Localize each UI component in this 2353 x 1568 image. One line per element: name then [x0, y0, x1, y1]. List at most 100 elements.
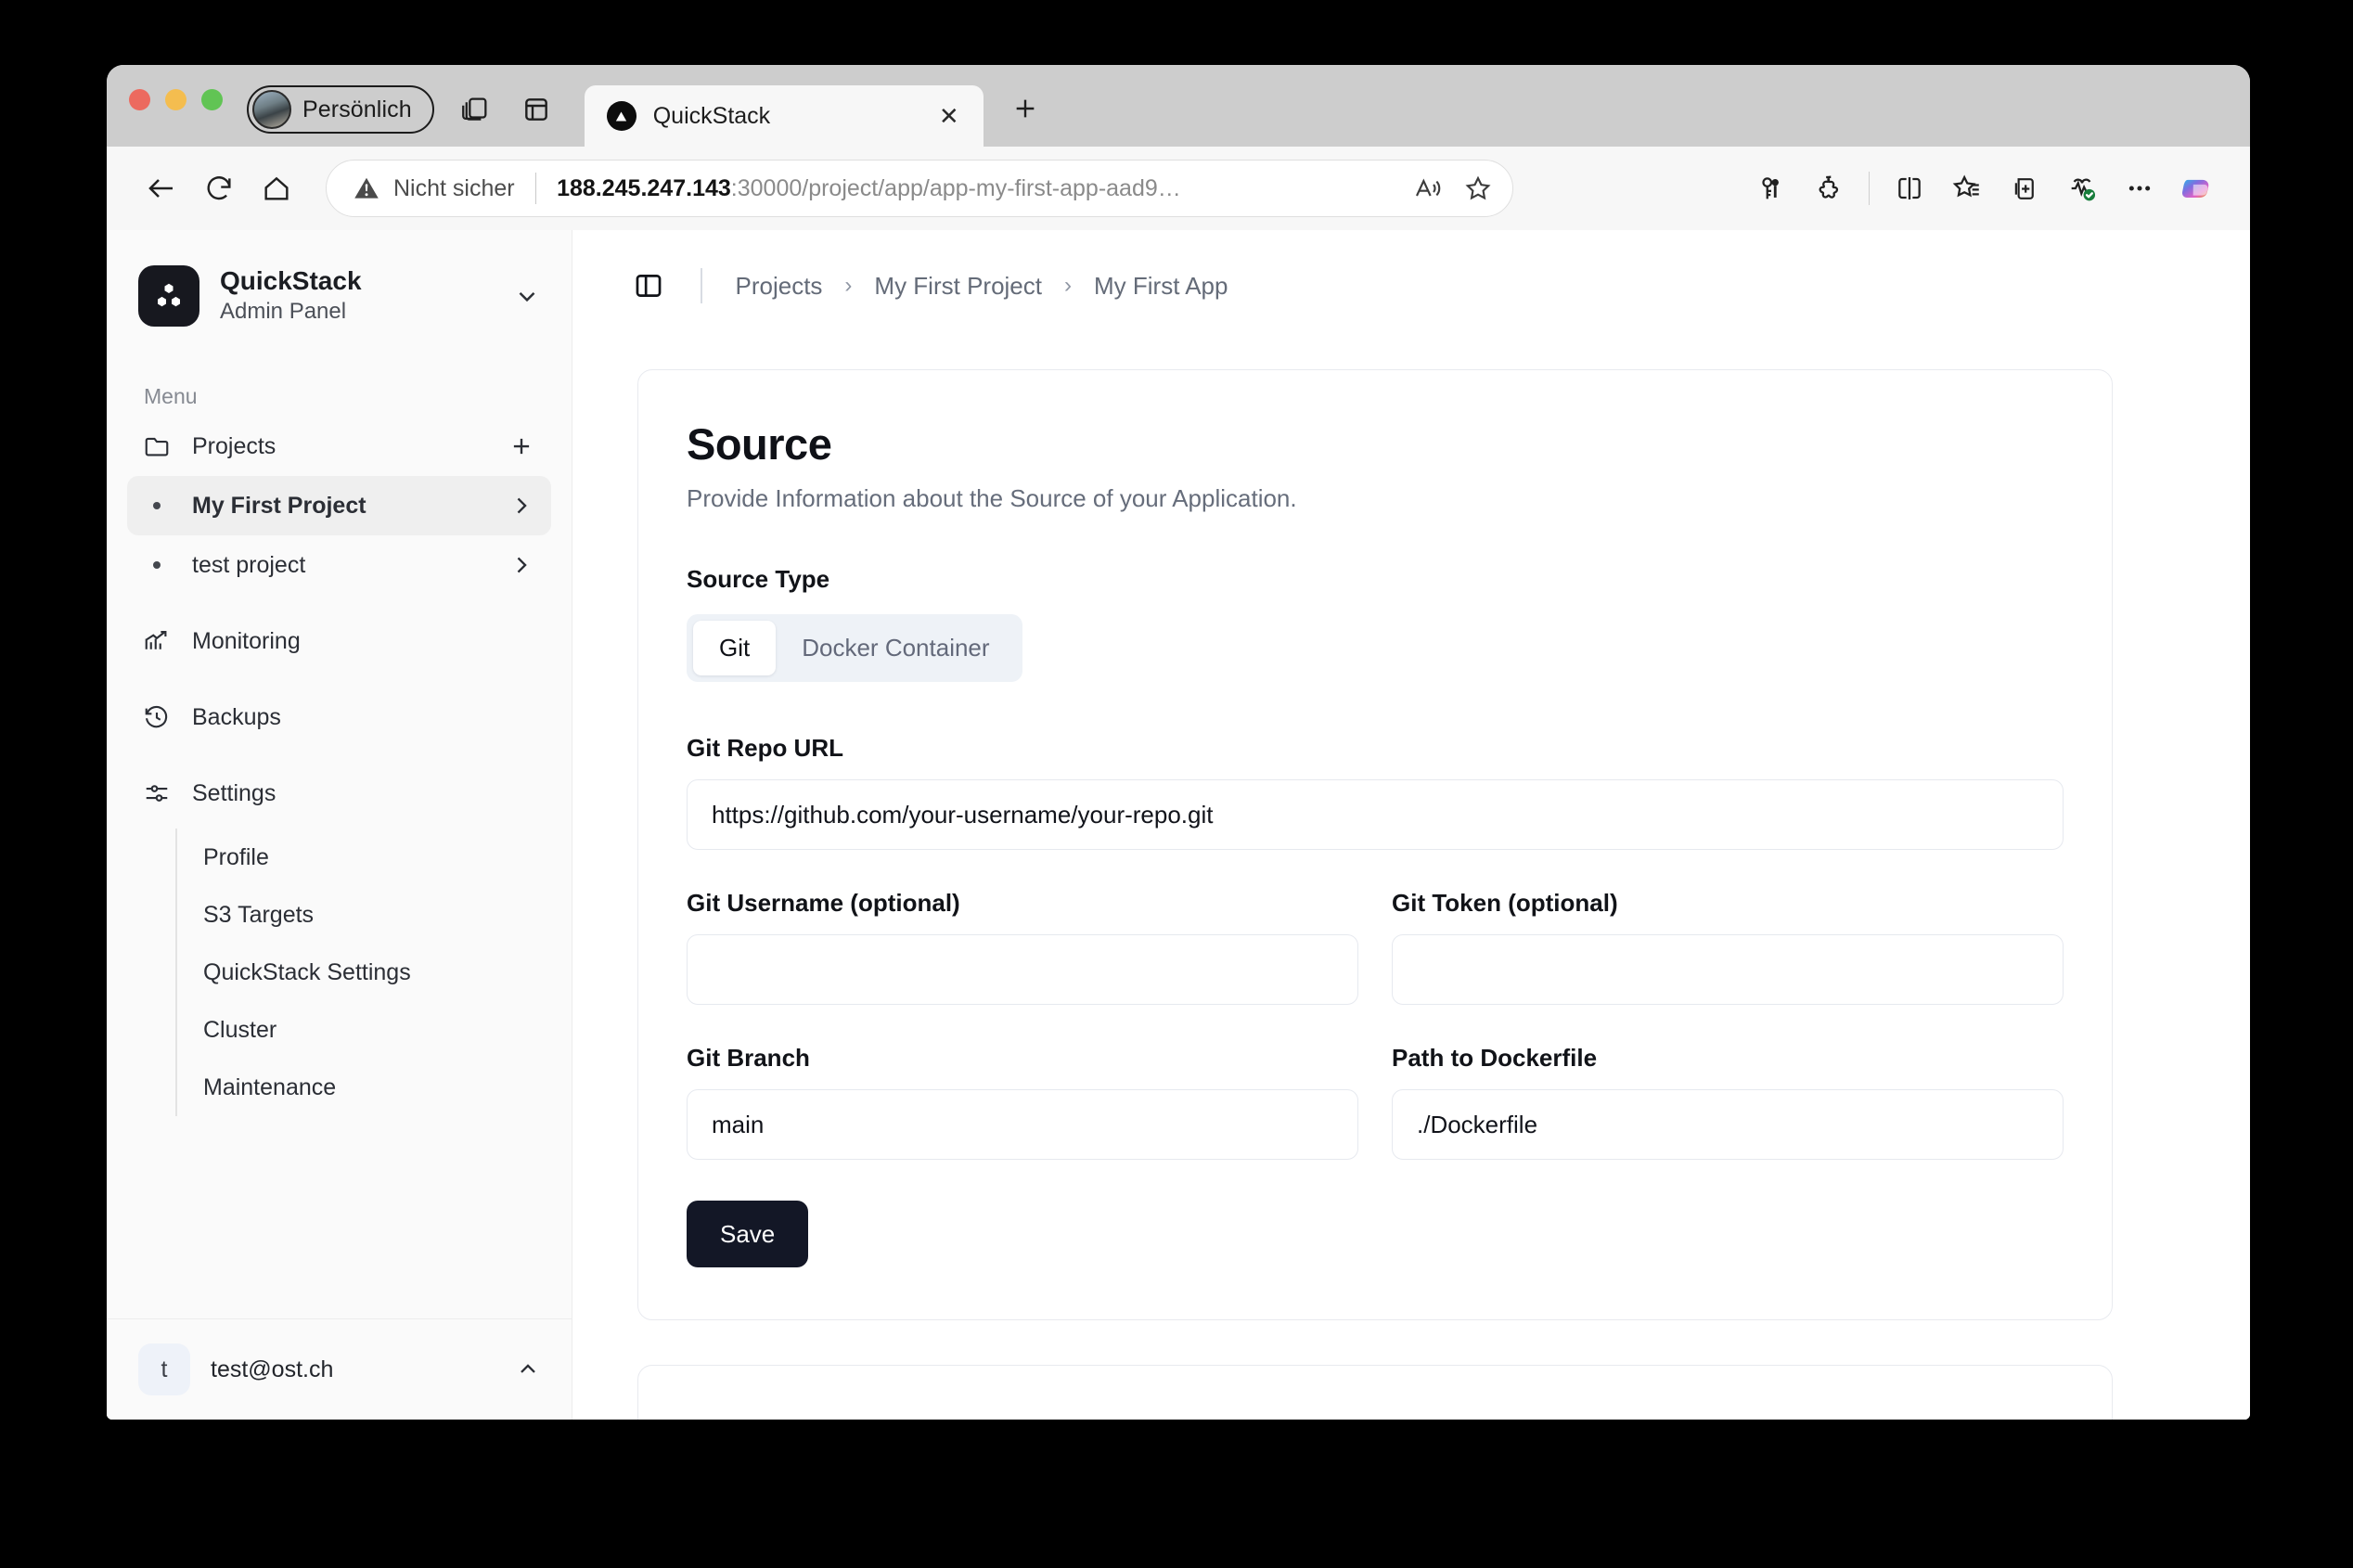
window-controls	[129, 65, 223, 147]
close-window-button[interactable]	[129, 88, 150, 110]
favorite-star-icon[interactable]	[1453, 163, 1503, 213]
bullet-icon	[142, 502, 172, 509]
sidebar-item-my-first-project[interactable]: My First Project	[127, 476, 551, 535]
sidebar-item-label: Backups	[192, 703, 281, 730]
source-type-option-git[interactable]: Git	[693, 621, 777, 675]
save-button[interactable]: Save	[687, 1201, 809, 1267]
source-type-toggle[interactable]: Git Docker Container	[687, 614, 1022, 682]
browser-tab[interactable]: QuickStack ✕	[584, 85, 984, 147]
extensions-icon[interactable]	[1800, 160, 1858, 217]
settings-subnav: Profile S3 Targets QuickStack Settings C…	[175, 829, 551, 1116]
address-bar[interactable]: Nicht sicher 188.245.247.143:30000/proje…	[326, 160, 1513, 217]
bullet-icon	[142, 561, 172, 569]
profile-button[interactable]: Persönlich	[247, 85, 434, 134]
sidebar-item-label: My First Project	[192, 492, 366, 519]
quickstack-favicon	[606, 101, 636, 131]
back-icon[interactable]	[133, 160, 190, 217]
close-tab-button[interactable]: ✕	[933, 100, 965, 132]
brand-name: QuickStack	[220, 266, 362, 295]
browser-sidebar-icon[interactable]	[516, 89, 557, 130]
passwords-icon[interactable]	[1742, 160, 1800, 217]
browser-window: Persönlich QuickStack ✕ Nicht sicher 188…	[107, 65, 2250, 1420]
sidebar-item-monitoring[interactable]: Monitoring	[127, 611, 551, 671]
reload-icon[interactable]	[190, 160, 248, 217]
sliders-icon	[142, 778, 172, 808]
git-branch-input[interactable]: main	[687, 1089, 1358, 1160]
branch-dockerfile-row: Git Branch main Path to Dockerfile ./Doc…	[687, 1044, 2064, 1160]
brand-header[interactable]: QuickStack Admin Panel	[107, 230, 572, 327]
profile-label: Persönlich	[302, 96, 412, 122]
minimize-window-button[interactable]	[165, 88, 186, 110]
brand-text: QuickStack Admin Panel	[220, 265, 490, 327]
source-type-label: Source Type	[687, 565, 830, 593]
url-path: :30000/project/app/app-my-first-app-aad9…	[730, 174, 1181, 201]
git-username-input[interactable]	[687, 934, 1358, 1005]
user-menu[interactable]: t test@ost.ch	[138, 1343, 544, 1395]
sidebar-item-settings[interactable]: Settings	[127, 764, 551, 823]
read-aloud-icon[interactable]	[1403, 163, 1453, 213]
sidebar-nav: Projects My First Project test project M…	[107, 417, 572, 1116]
chevron-up-icon[interactable]	[512, 1354, 544, 1385]
dockerfile-path-input[interactable]: ./Dockerfile	[1392, 1089, 2064, 1160]
chart-trending-up-icon	[142, 626, 172, 656]
security-status-text: Nicht sicher	[393, 174, 515, 201]
page-title: Source	[687, 419, 832, 469]
chevron-right-icon[interactable]	[507, 550, 536, 580]
copilot-icon[interactable]	[2168, 160, 2226, 217]
page-body: QuickStack Admin Panel Menu Projects My …	[107, 230, 2250, 1420]
browser-toolbar: Nicht sicher 188.245.247.143:30000/proje…	[107, 147, 2250, 230]
breadcrumb-divider	[701, 268, 702, 303]
sidebar-item-quickstack-settings[interactable]: QuickStack Settings	[177, 944, 551, 1001]
home-icon[interactable]	[248, 160, 305, 217]
sidebar-item-label: Monitoring	[192, 627, 301, 654]
source-type-option-docker[interactable]: Docker Container	[776, 621, 1015, 675]
user-email: test@ost.ch	[211, 1356, 334, 1382]
sidebar-item-maintenance[interactable]: Maintenance	[177, 1059, 551, 1116]
sidebar-item-projects[interactable]: Projects	[127, 417, 551, 476]
chevron-right-icon[interactable]	[507, 491, 536, 521]
omnibox-divider	[534, 173, 537, 204]
breadcrumb-item-my-first-project[interactable]: My First Project	[874, 272, 1042, 301]
breadcrumb-bar: Projects › My First Project › My First A…	[572, 230, 2250, 304]
git-branch-label: Git Branch	[687, 1044, 810, 1072]
git-token-input[interactable]	[1392, 934, 2064, 1005]
folder-icon	[142, 431, 172, 461]
source-card: Source Provide Information about the Sou…	[637, 369, 2113, 1320]
app-sidebar: QuickStack Admin Panel Menu Projects My …	[107, 230, 572, 1420]
sidebar-item-backups[interactable]: Backups	[127, 688, 551, 747]
more-options-icon[interactable]	[2111, 160, 2168, 217]
toggle-sidebar-icon[interactable]	[630, 267, 667, 304]
collections-icon[interactable]	[1996, 160, 2053, 217]
favorites-icon[interactable]	[1938, 160, 1996, 217]
add-project-icon[interactable]	[507, 431, 536, 461]
browser-essentials-icon[interactable]	[2053, 160, 2111, 217]
breadcrumb-item-my-first-app[interactable]: My First App	[1094, 272, 1228, 301]
sidebar-item-cluster[interactable]: Cluster	[177, 1001, 551, 1059]
split-screen-icon[interactable]	[1881, 160, 1938, 217]
new-tab-button[interactable]	[1004, 87, 1047, 130]
chevron-down-icon[interactable]	[510, 279, 544, 313]
breadcrumb-item-projects[interactable]: Projects	[736, 272, 823, 301]
sidebar-item-test-project[interactable]: test project	[127, 535, 551, 595]
next-card-placeholder	[637, 1365, 2113, 1420]
git-username-group: Git Username (optional)	[687, 889, 1358, 1005]
maximize-window-button[interactable]	[201, 88, 223, 110]
sidebar-item-s3-targets[interactable]: S3 Targets	[177, 886, 551, 944]
tab-strip: Persönlich QuickStack ✕	[107, 65, 2250, 147]
toolbar-divider	[1868, 172, 1870, 205]
sidebar-item-label: Projects	[192, 432, 276, 459]
sidebar-item-profile[interactable]: Profile	[177, 829, 551, 886]
breadcrumb: Projects › My First Project › My First A…	[736, 272, 1228, 301]
git-repo-url-input[interactable]: https://github.com/your-username/your-re…	[687, 779, 2064, 850]
tab-groups-icon[interactable]	[455, 89, 495, 130]
